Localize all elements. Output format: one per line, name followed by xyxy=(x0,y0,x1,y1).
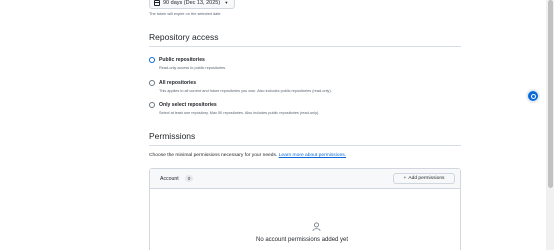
radio-label: All repositories xyxy=(159,80,197,86)
learn-more-permissions-link[interactable]: Learn more about permissions. xyxy=(279,153,346,158)
permissions-title: Permissions xyxy=(149,131,196,141)
add-permissions-button[interactable]: + Add permissions xyxy=(393,173,455,184)
add-permissions-label: Add permissions xyxy=(408,176,445,181)
plus-icon: + xyxy=(403,176,407,181)
expiration-select-button[interactable]: 90 days (Dec 13, 2025) ▾ xyxy=(149,0,235,9)
person-icon xyxy=(312,222,321,232)
radio-button[interactable] xyxy=(149,102,155,108)
radio-button[interactable] xyxy=(149,80,155,86)
panel-title: Account xyxy=(160,176,179,182)
expiration-label: 90 days (Dec 13, 2025) xyxy=(163,0,221,6)
radio-description: This applies to all current and future r… xyxy=(159,89,332,93)
calendar-icon xyxy=(154,0,160,6)
radio-description: Select at least one repository. Max 50 r… xyxy=(159,111,320,115)
panel-header: Account 0 + Add permissions xyxy=(150,169,460,189)
page-scrollbar[interactable] xyxy=(546,0,554,250)
radio-description: Read-only access to public repositories. xyxy=(159,66,227,70)
triangle-down-icon: ▾ xyxy=(225,0,228,5)
permissions-description-text: Choose the minimal permissions necessary… xyxy=(149,153,278,158)
count-badge: 0 xyxy=(185,174,194,182)
section-divider xyxy=(149,46,461,47)
section-divider xyxy=(149,145,461,146)
empty-permissions-message: No account permissions added yet xyxy=(256,237,349,243)
radio-label: Public repositories xyxy=(159,57,205,63)
permissions-description: Choose the minimal permissions necessary… xyxy=(149,153,346,158)
radio-button-checked[interactable] xyxy=(149,57,155,63)
repository-access-title: Repository access xyxy=(149,32,219,42)
extension-badge-icon[interactable] xyxy=(528,91,538,101)
expiration-hint: The token will expire on the selected da… xyxy=(149,11,221,16)
scrollbar-thumb[interactable] xyxy=(547,0,553,188)
radio-label: Only select repositories xyxy=(159,102,217,108)
